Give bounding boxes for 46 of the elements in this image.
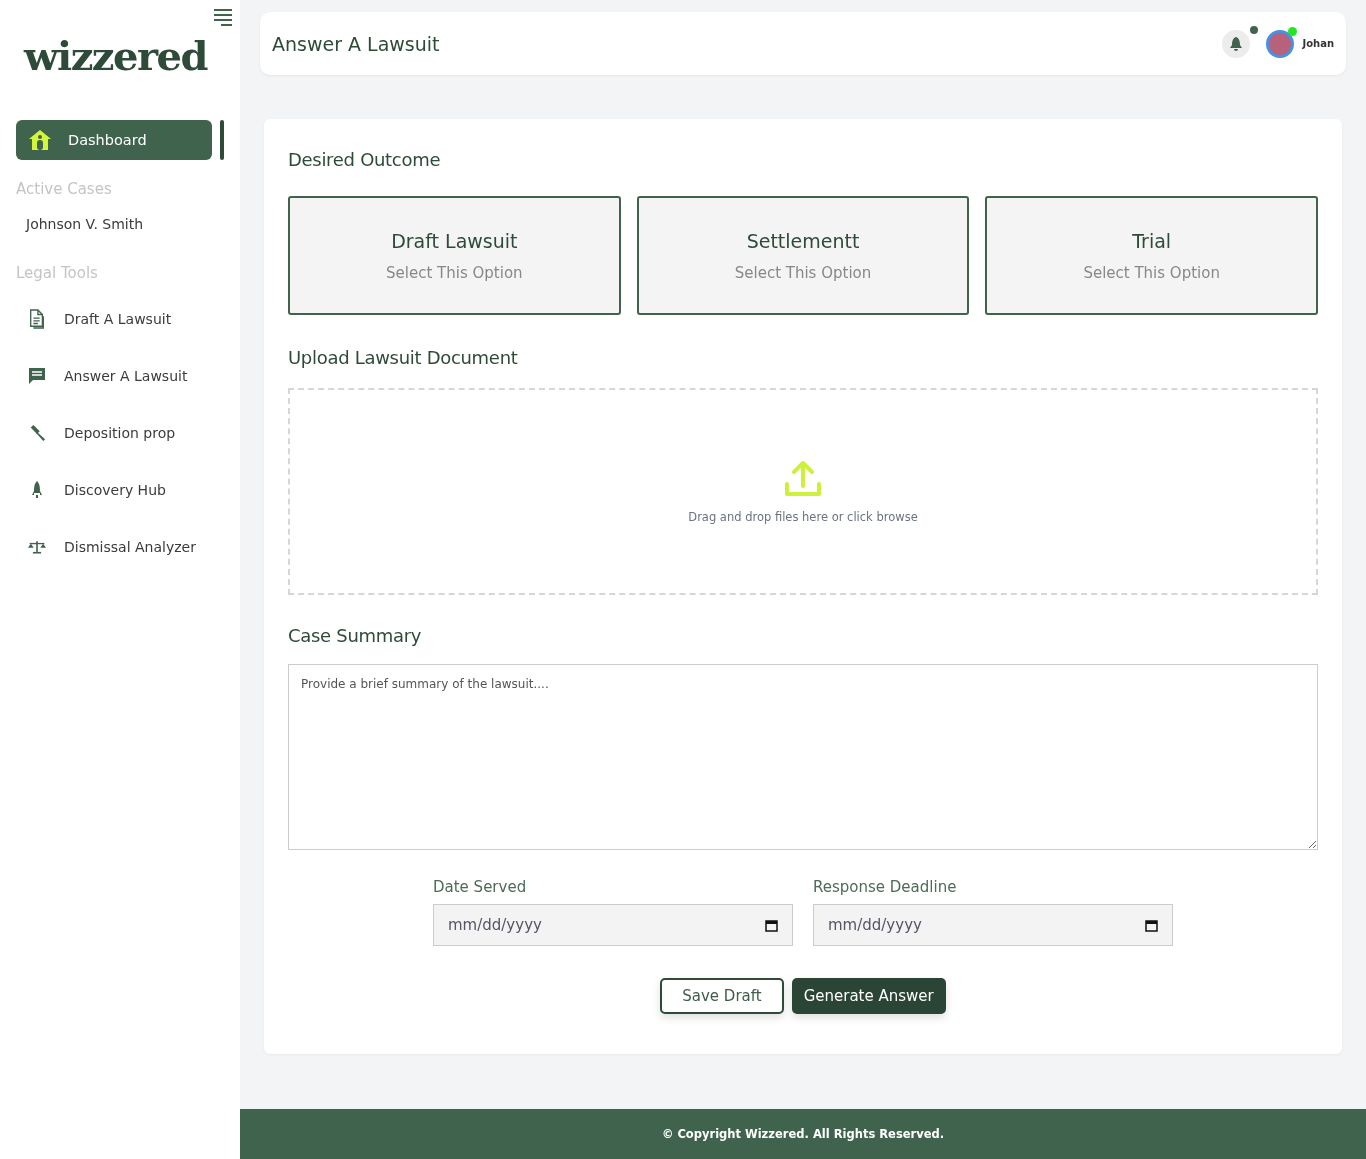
option-title: Draft Lawsuit: [391, 229, 518, 252]
option-subtitle: Select This Option: [1083, 263, 1220, 282]
option-subtitle: Select This Option: [386, 263, 523, 282]
scales-icon: [28, 538, 46, 555]
sidebar-item[interactable]: Discovery Hub: [0, 461, 220, 518]
sidebar-item[interactable]: Johnson V. Smith: [0, 204, 220, 244]
date-field[interactable]: mm/dd/yyyy: [813, 904, 1173, 946]
copyright-text: © Copyright Wizzered. All Rights Reserved.: [661, 1127, 945, 1141]
section-heading: Desired Outcome: [288, 149, 441, 170]
sidebar-item[interactable]: Answer A Lawsuit: [0, 347, 220, 404]
field-label: Response Deadline: [813, 878, 957, 896]
field-label: Date Served: [433, 878, 527, 896]
page-title: Answer A Lawsuit: [272, 32, 441, 55]
sidebar-item[interactable]: Draft A Lawsuit: [0, 290, 220, 347]
menu-icon[interactable]: [213, 8, 233, 26]
drop-zone[interactable]: Drag and drop files here or click browse: [288, 388, 1318, 595]
chat-icon: [28, 366, 46, 385]
option-card[interactable]: Draft Lawsuit Select This Option: [288, 196, 621, 315]
section-heading: Active Cases: [16, 180, 112, 198]
house-icon: [28, 129, 52, 151]
section-heading: Case Summary: [288, 625, 422, 646]
option-card[interactable]: Trial Select This Option: [985, 196, 1318, 315]
option-subtitle: Select This Option: [734, 263, 872, 282]
option-title: Settlementt: [746, 229, 860, 252]
sidebar-item[interactable]: Dashboard: [16, 120, 212, 160]
notification-button[interactable]: [1222, 29, 1251, 58]
section-heading: Upload Lawsuit Document: [288, 347, 518, 368]
sidebar-item[interactable]: Dismissal Analyzer: [0, 518, 220, 575]
sidebar-item[interactable]: Deposition prop: [0, 404, 220, 461]
option-title: Trial: [1132, 229, 1172, 252]
date-field[interactable]: mm/dd/yyyy: [433, 904, 793, 946]
bell-icon: [1230, 36, 1243, 51]
generate-button[interactable]: Generate Answer: [791, 978, 946, 1014]
calendar-icon[interactable]: [765, 918, 778, 932]
section-heading: Legal Tools: [16, 264, 98, 282]
logo: wizzered: [24, 32, 207, 81]
user-name[interactable]: Johan: [1302, 38, 1334, 49]
calendar-icon[interactable]: [1145, 918, 1158, 932]
option-card[interactable]: Settlementt Select This Option: [636, 196, 970, 315]
document-icon: [28, 307, 46, 330]
upload-icon: [784, 459, 822, 498]
drop-hint: Drag and drop files here or click browse: [688, 509, 918, 524]
summary-field[interactable]: Provide a brief summary of the lawsuit....: [288, 664, 1318, 850]
save-button[interactable]: Save Draft: [660, 978, 784, 1014]
rocket-icon: [31, 480, 43, 499]
avatar[interactable]: [1266, 29, 1295, 58]
